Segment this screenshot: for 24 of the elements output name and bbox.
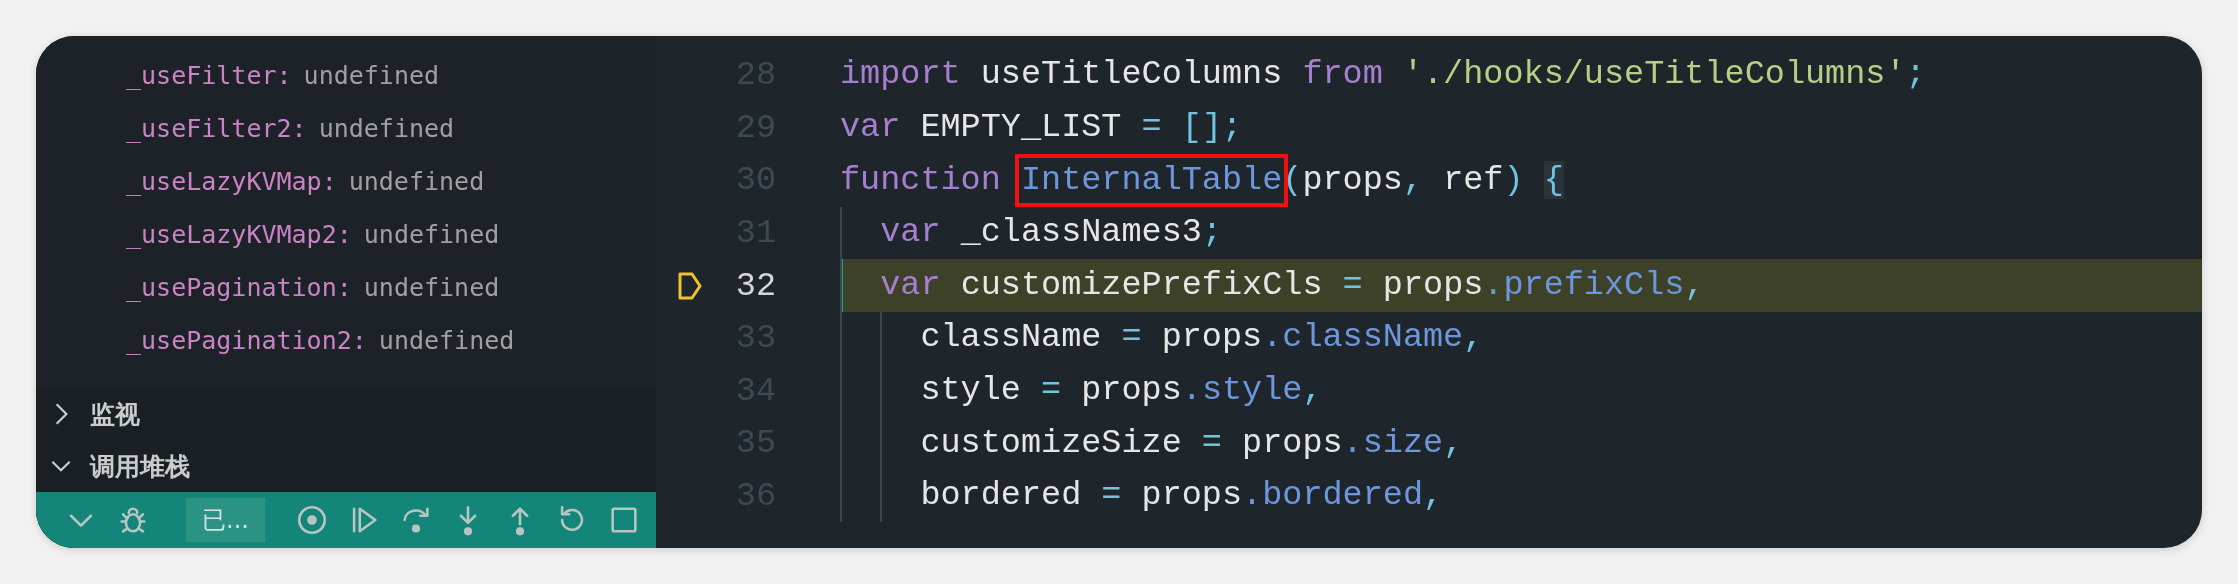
- variable-value: undefined: [363, 220, 500, 249]
- variable-value: undefined: [303, 61, 440, 90]
- section-header[interactable]: 调用堆栈: [90, 449, 190, 483]
- code-line: bordered = props.bordered,: [919, 475, 1444, 517]
- variable-name: _usePagination:: [126, 273, 352, 302]
- variable-value: undefined: [348, 167, 485, 196]
- code-line: var customizePrefixCls = props.prefixCls,: [879, 264, 1705, 306]
- variable-name: _useLazyKVMap:: [126, 167, 337, 196]
- variable-value: undefined: [318, 114, 455, 143]
- code-line: var _classNames3;: [879, 212, 1222, 254]
- variable-name: _useFilter2:: [126, 114, 307, 143]
- variable-value: undefined: [378, 326, 515, 355]
- code-line: import useTitleColumns from './hooks/useTitleColumns';: [840, 54, 1926, 96]
- code-line: className = props.className,: [919, 317, 1484, 359]
- variable-value: undefined: [363, 273, 500, 302]
- variable-name: _useFilter:: [126, 61, 292, 90]
- code-line: function InternalTable(props, ref) {: [840, 153, 1564, 208]
- code-line: customizeSize = props.size,: [919, 422, 1464, 464]
- code-line: style = props.style,: [919, 369, 1323, 411]
- line-number: 32: [734, 266, 776, 305]
- variable-name: _useLazyKVMap2:: [126, 220, 352, 249]
- code-line: var EMPTY_LIST = [];: [840, 106, 1243, 148]
- section-header[interactable]: 监视: [90, 397, 140, 431]
- variable-name: _usePagination2:: [126, 326, 367, 355]
